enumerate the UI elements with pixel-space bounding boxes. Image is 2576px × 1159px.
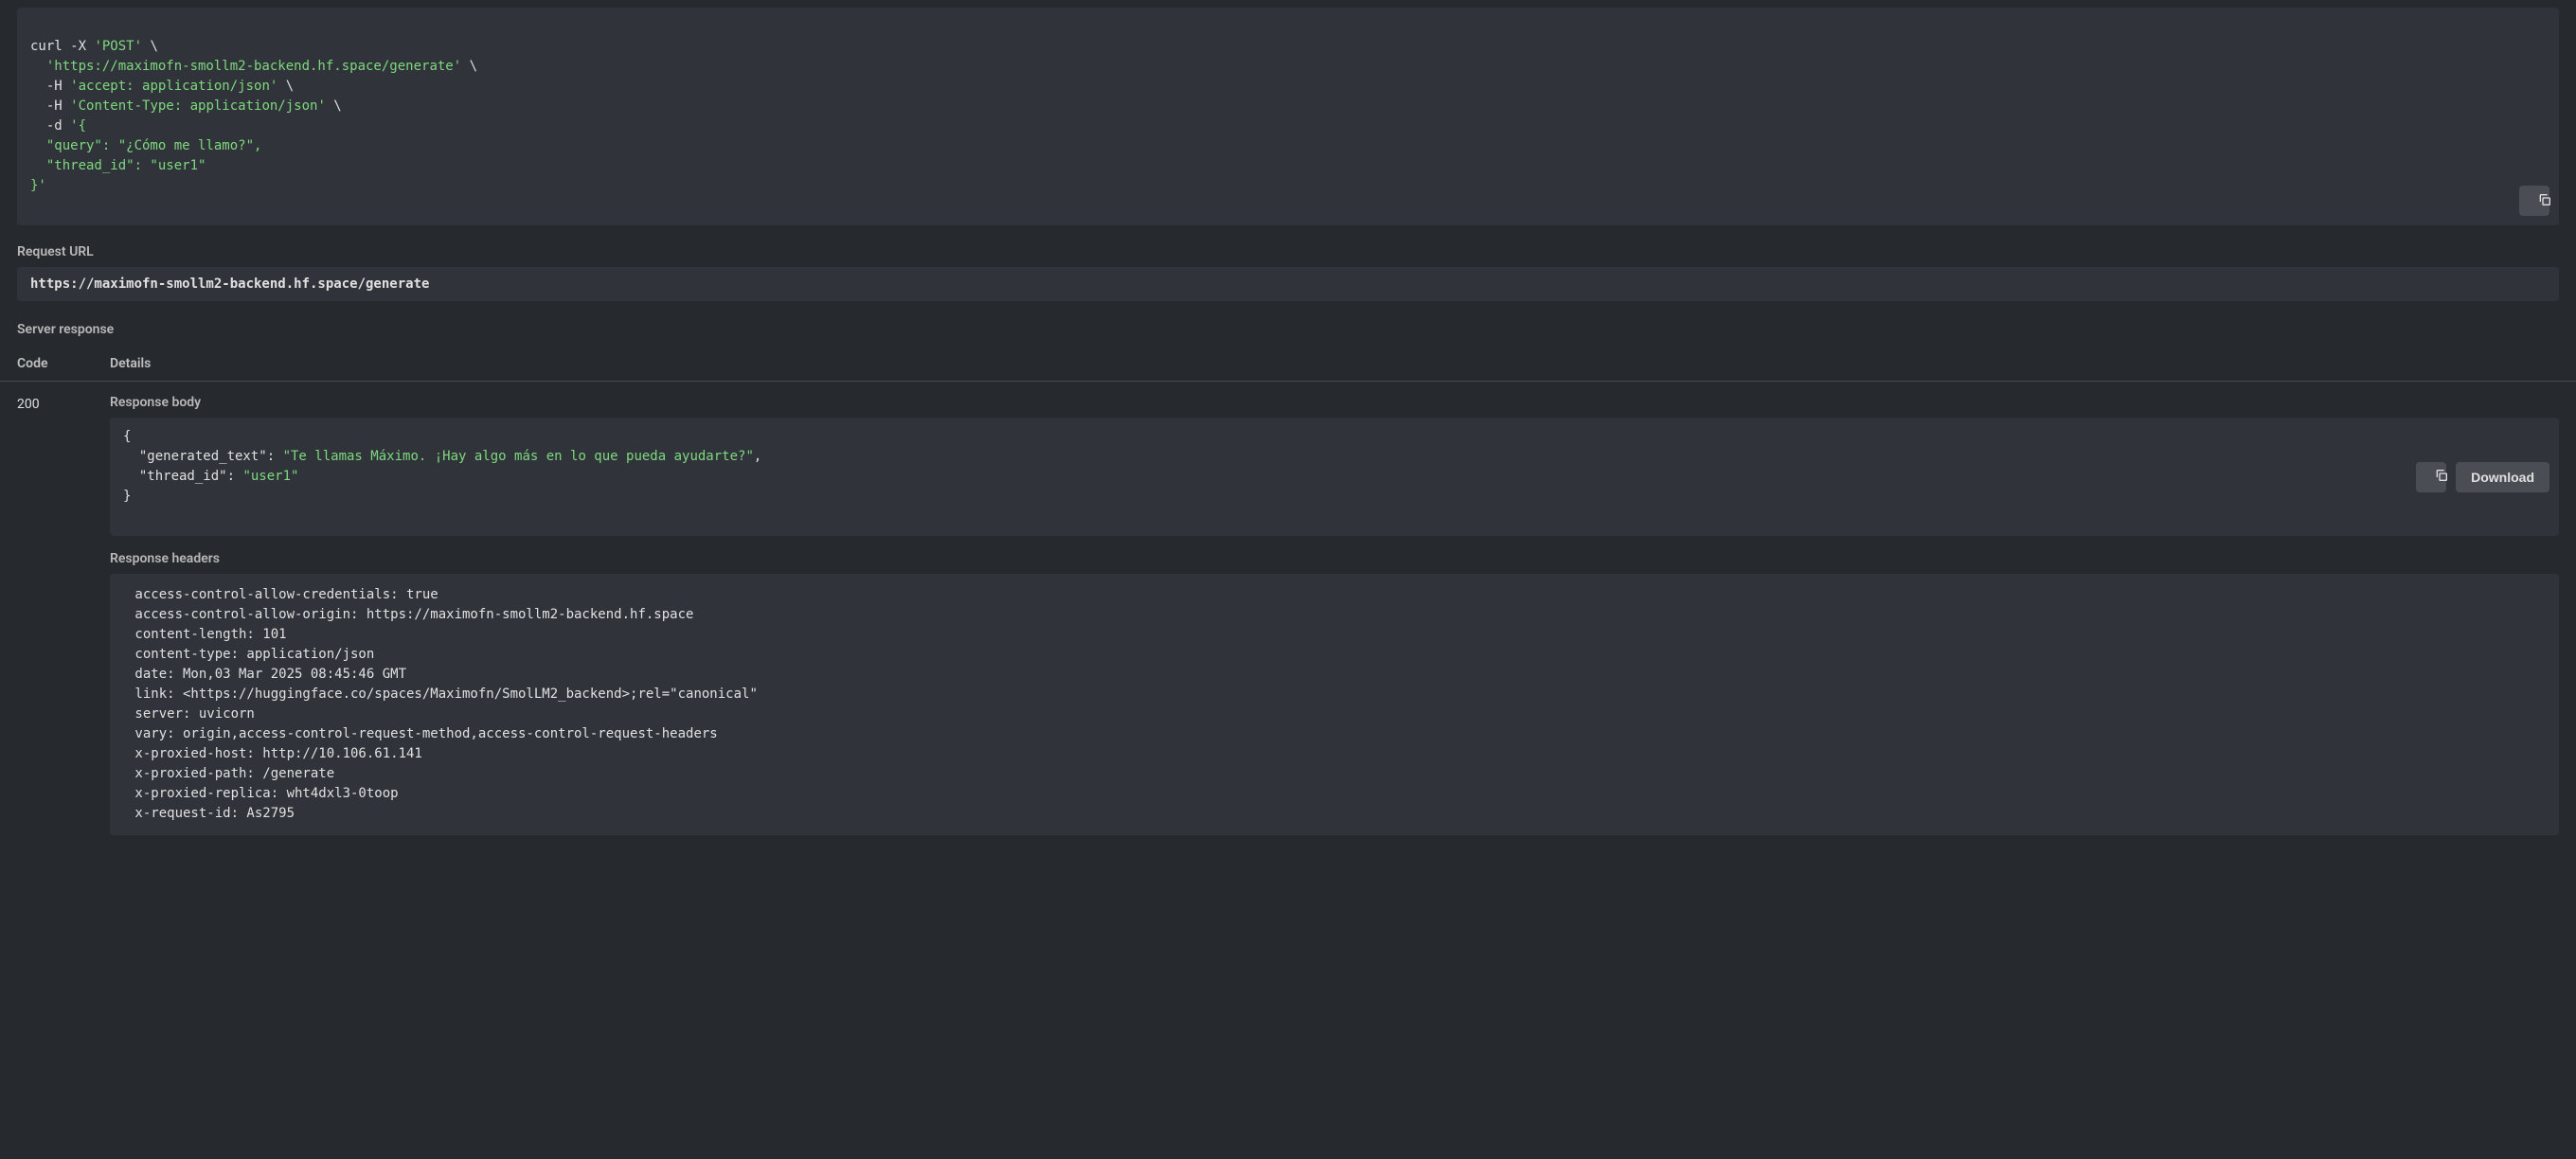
curl-text: curl -X	[30, 39, 94, 54]
json-key: "generated_text"	[139, 449, 267, 464]
curl-code-block: curl -X 'POST' \ 'https://maximofn-smoll…	[17, 8, 2559, 225]
json-value: "Te llamas Máximo. ¡Hay algo más en lo q…	[283, 449, 754, 464]
curl-header-accept: 'accept: application/json'	[70, 79, 277, 94]
curl-method: 'POST'	[94, 39, 142, 54]
details-column-header: Details	[110, 356, 151, 371]
code-column-header: Code	[17, 356, 110, 371]
json-value: "user1"	[242, 469, 298, 484]
response-body-label: Response body	[110, 395, 2559, 410]
curl-url: 'https://maximofn-smollm2-backend.hf.spa…	[46, 59, 461, 74]
response-details: Response body { "generated_text": "Te ll…	[110, 395, 2559, 835]
response-table-header: Code Details	[0, 348, 2576, 382]
server-response-label: Server response	[0, 316, 2576, 345]
response-headers-block: access-control-allow-credentials: true a…	[110, 574, 2559, 835]
clipboard-icon	[2516, 178, 2552, 224]
copy-curl-button[interactable]	[2519, 186, 2549, 216]
request-url-value: https://maximofn-smollm2-backend.hf.spac…	[17, 267, 2559, 301]
copy-response-button[interactable]	[2416, 462, 2446, 492]
clipboard-icon	[2413, 454, 2449, 500]
response-body-block: { "generated_text": "Te llamas Máximo. ¡…	[110, 418, 2559, 536]
response-row: 200 Response body { "generated_text": "T…	[0, 382, 2576, 839]
request-url-label: Request URL	[0, 239, 2576, 267]
response-headers-label: Response headers	[110, 551, 2559, 566]
curl-header-content-type: 'Content-Type: application/json'	[70, 98, 326, 114]
status-code: 200	[17, 395, 110, 835]
json-key: "thread_id"	[139, 469, 227, 484]
download-button[interactable]: Download	[2456, 462, 2549, 492]
